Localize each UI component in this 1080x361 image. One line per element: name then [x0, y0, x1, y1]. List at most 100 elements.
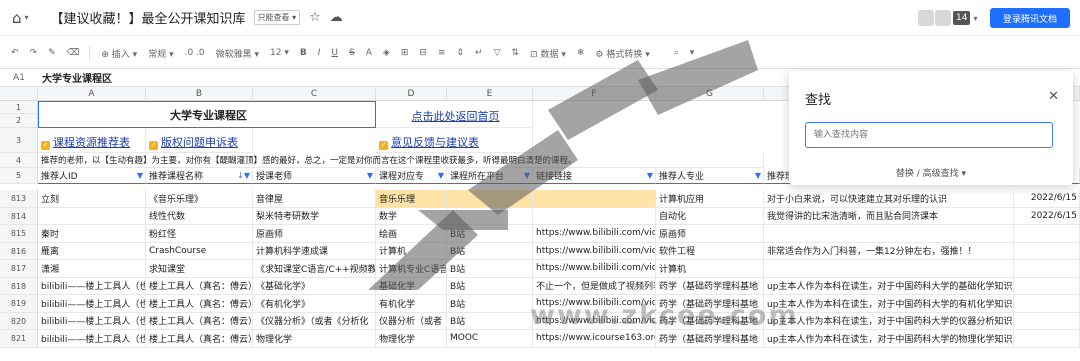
table-cell[interactable]: 粉红怪	[146, 225, 253, 243]
table-cell[interactable]: 潇湘	[38, 260, 146, 278]
cell-reference[interactable]: A1	[0, 73, 38, 83]
table-cell[interactable]: 原画师	[656, 225, 764, 243]
readonly-badge[interactable]: 只能查看 ▾	[253, 10, 301, 25]
collaborators[interactable]: 14 ▾	[918, 10, 977, 26]
row-header[interactable]: 813	[0, 190, 38, 208]
table-cell[interactable]	[1014, 312, 1080, 330]
table-cell[interactable]	[1014, 260, 1080, 278]
cloud-icon[interactable]: ☁	[330, 10, 343, 25]
section-title-cell[interactable]: 大学专业课程区	[38, 101, 376, 128]
align-icon[interactable]: ≡	[438, 48, 446, 58]
table-cell[interactable]: bilibili——楼上工具人（也	[38, 277, 146, 295]
table-cell[interactable]: MOOC	[447, 330, 533, 348]
table-cell[interactable]: 自动化	[656, 207, 764, 225]
row-header[interactable]: 821	[0, 330, 38, 348]
search-icon[interactable]: ⌕	[674, 48, 679, 58]
table-cell[interactable]: 有机化学	[376, 295, 447, 313]
feedback-link-cell[interactable]: ✓ 意见反馈与建议表	[376, 128, 533, 153]
table-cell[interactable]	[1014, 225, 1080, 243]
row-header[interactable]: 816	[0, 242, 38, 260]
table-cell[interactable]: 仪器分析（或者	[376, 312, 447, 330]
row-header[interactable]: 5	[0, 168, 38, 184]
table-cell[interactable]: CrashCourse	[146, 242, 253, 260]
number-format-select[interactable]: 常规 ▾	[148, 47, 173, 60]
table-cell[interactable]: 计算机专业C语言	[376, 260, 447, 278]
filter-icon[interactable]: ▼	[755, 171, 761, 180]
table-cell[interactable]: B站	[447, 312, 533, 330]
table-cell[interactable]: 《基础化学》	[253, 277, 376, 295]
table-cell[interactable]: bilibili——楼上工具人（也	[38, 312, 146, 330]
home-icon[interactable]: ⌂	[12, 9, 22, 27]
row-header[interactable]: 819	[0, 295, 38, 313]
table-cell[interactable]: 音律屋	[253, 190, 376, 208]
insert-button[interactable]: ⊕ 插入 ▾	[101, 47, 137, 60]
table-cell[interactable]: 梨米特考研数学	[253, 207, 376, 225]
table-cell[interactable]: 物理化学	[376, 330, 447, 348]
font-size-select[interactable]: 12 ▾	[270, 48, 289, 58]
resource-link-cell[interactable]: ✓ 课程资源推荐表	[38, 128, 146, 153]
header-cell[interactable]: 推荐课程名称 ↓▼	[146, 168, 253, 184]
table-cell[interactable]: https://www.bilibili.com/video/	[533, 242, 656, 260]
column-header[interactable]: D	[376, 87, 447, 101]
row-header[interactable]: 818	[0, 277, 38, 295]
table-cell[interactable]: 楼上工具人（真名：傅云）	[146, 312, 253, 330]
chevron-down-icon[interactable]: ▾	[25, 13, 29, 22]
table-cell[interactable]	[533, 207, 656, 225]
table-cell[interactable]	[533, 190, 656, 208]
filter-icon[interactable]: ▼	[647, 171, 653, 180]
table-cell[interactable]: 原画师	[253, 225, 376, 243]
filter-icon[interactable]: ▼	[438, 171, 444, 180]
format-convert-button[interactable]: ⚙ 格式转换 ▾	[595, 47, 649, 60]
table-cell[interactable]	[447, 207, 533, 225]
table-cell[interactable]: 音乐乐理	[376, 190, 447, 208]
table-cell[interactable]: https://www.icourse163.org/c	[533, 330, 656, 348]
table-cell[interactable]: 线性代数	[146, 207, 253, 225]
underline-icon[interactable]: U	[331, 48, 338, 58]
star-icon[interactable]: ☆	[309, 10, 321, 25]
table-cell[interactable]	[764, 225, 1014, 243]
table-cell[interactable]	[764, 260, 1014, 278]
table-cell[interactable]: 2022/6/15	[1014, 207, 1080, 225]
corner-cell[interactable]	[0, 87, 38, 101]
login-button[interactable]: 登录腾讯文档	[990, 8, 1070, 28]
chevron-down-icon[interactable]: ▾	[690, 48, 695, 58]
sort-icon[interactable]: ⇅	[511, 48, 519, 58]
table-cell[interactable]: 非常适合作为入门科普，一集12分钟左右，强推！！	[764, 242, 1014, 260]
bold-icon[interactable]: B	[300, 48, 307, 58]
table-cell[interactable]: bilibili——楼上工具人（也	[38, 330, 146, 348]
table-cell[interactable]: B站	[447, 242, 533, 260]
feedback-link[interactable]: 意见反馈与建议表	[391, 134, 479, 150]
merge-icon[interactable]: ⊟	[419, 48, 427, 58]
home-link-cell[interactable]: 点击此处返回首页	[376, 101, 533, 128]
header-cell[interactable]: 链接链接 ▼	[533, 168, 656, 184]
filter-icon[interactable]: ▼	[137, 171, 143, 180]
copyright-appeal-link[interactable]: 版权问题申诉表	[161, 134, 238, 150]
sort-desc-icon[interactable]: ↓▼	[237, 171, 250, 180]
header-cell[interactable]: 推荐人专业 ▼	[656, 168, 764, 184]
table-cell[interactable]: up主本人作为本科在读生，对于中国药科大学的有机化学知识点、考研、历	[764, 295, 1014, 313]
table-cell[interactable]	[447, 190, 533, 208]
table-cell[interactable]: 不止一个，但是做成了视频列表	[533, 277, 656, 295]
table-cell[interactable]: 对于小白来说，可以快速建立其对乐理的认识	[764, 190, 1014, 208]
fill-color-icon[interactable]: ◈	[383, 48, 390, 58]
table-cell[interactable]: 秦时	[38, 225, 146, 243]
filter-icon[interactable]: ▼	[524, 171, 530, 180]
redo-icon[interactable]: ↷	[30, 48, 38, 58]
table-cell[interactable]: 药学（基础药学理科基地	[656, 330, 764, 348]
header-cell[interactable]: 推荐人ID ▼	[38, 168, 146, 184]
table-cell[interactable]: 计算机应用	[656, 190, 764, 208]
table-cell[interactable]: 《仪器分析》（或者《分析化	[253, 312, 376, 330]
table-cell[interactable]: https://www.bilibili.com/video/	[533, 260, 656, 278]
table-cell[interactable]: 数学	[376, 207, 447, 225]
row-header[interactable]: 815	[0, 225, 38, 243]
resource-recommend-link[interactable]: 课程资源推荐表	[53, 134, 130, 150]
table-cell[interactable]: B站	[447, 295, 533, 313]
valign-icon[interactable]: ⇕	[456, 48, 464, 58]
row-header[interactable]: 820	[0, 312, 38, 330]
row-header[interactable]: 4	[0, 153, 38, 168]
column-header[interactable]: A	[38, 87, 146, 101]
table-cell[interactable]: B站	[447, 260, 533, 278]
filter-icon[interactable]: ▽	[494, 48, 501, 58]
font-select[interactable]: 微软雅黑 ▾	[216, 47, 259, 60]
table-cell[interactable]: up主本人作为本科在读生，对于中国药科大学的物理化学知识点进行了研究	[764, 330, 1014, 348]
